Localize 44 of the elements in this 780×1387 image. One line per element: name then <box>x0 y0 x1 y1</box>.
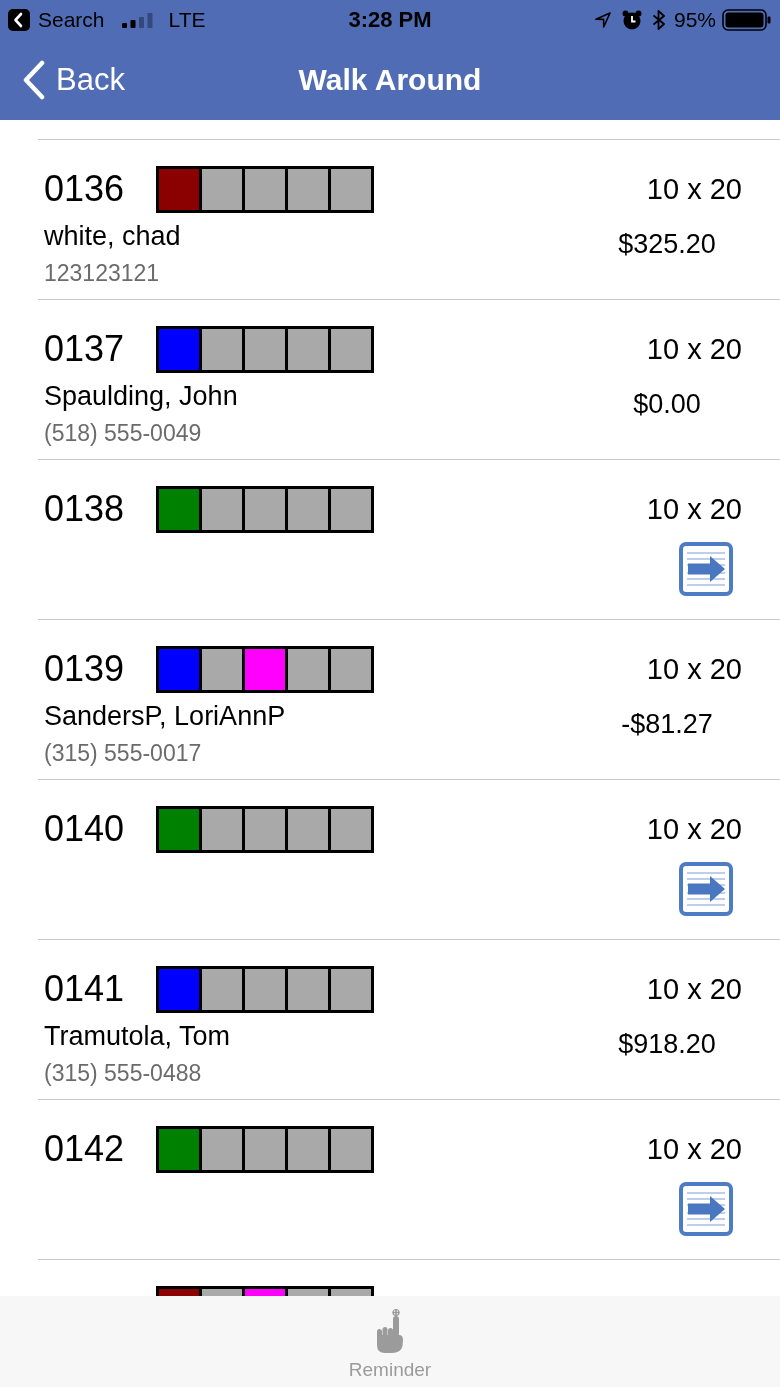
back-to-app-label[interactable]: Search <box>38 8 105 32</box>
phone-number: (518) 555-0049 <box>44 419 202 447</box>
unit-size: 10 x 20 <box>646 972 742 1006</box>
balance-amount: -$81.27 <box>620 708 714 741</box>
alarm-clock-icon <box>621 10 642 30</box>
tenant-name: Spaulding, John <box>44 380 238 413</box>
battery-percent: 95% <box>673 8 716 32</box>
tenant-name: white, chad <box>44 220 181 253</box>
unit-size: 10 x 20 <box>646 812 742 846</box>
unit-number: 0141 <box>44 969 125 1009</box>
chevron-left-icon <box>22 60 46 100</box>
arrow-page-icon[interactable] <box>679 1182 733 1236</box>
tenant-name: Tramutola, Tom <box>44 1020 231 1053</box>
unit-size: 10 x 20 <box>646 492 742 526</box>
location-arrow-icon <box>594 12 611 28</box>
arrow-page-icon[interactable] <box>679 862 733 916</box>
balance-amount: $325.20 <box>617 228 717 261</box>
bluetooth-icon <box>651 10 666 30</box>
unit-size: 10 x 20 <box>646 172 742 206</box>
unit-number: 0138 <box>44 489 125 529</box>
phone-number: (315) 555-0488 <box>44 1059 202 1087</box>
unit-number: 0142 <box>44 1129 125 1169</box>
arrow-page-icon[interactable] <box>679 542 733 596</box>
unit-number: 0136 <box>44 169 125 209</box>
unit-number: 0139 <box>44 649 125 689</box>
balance-amount: $918.20 <box>617 1028 717 1061</box>
unit-size: 10 x 20 <box>646 1132 742 1166</box>
battery-icon <box>722 9 772 31</box>
reminder-tab[interactable]: Reminder <box>344 1296 436 1387</box>
unit-number: 0140 <box>44 809 125 849</box>
pointing-hand-icon <box>374 1308 406 1354</box>
phone-number: (315) 555-0017 <box>44 739 202 767</box>
balance-amount: $0.00 <box>632 388 702 421</box>
clock-time: 3:28 PM <box>348 7 432 33</box>
unit-size: 10 x 20 <box>646 332 742 366</box>
network-type: LTE <box>168 8 206 32</box>
signal-icon <box>121 12 153 28</box>
unit-size: 10 x 20 <box>646 652 742 686</box>
back-button[interactable]: Back <box>0 60 129 100</box>
tenant-name: SandersP, LoriAnnP <box>44 700 286 733</box>
back-to-app-icon[interactable] <box>8 9 30 31</box>
unit-number: 0137 <box>44 329 125 369</box>
phone-number: 123123121 <box>44 259 160 287</box>
screen-title: Walk Around <box>298 63 482 97</box>
